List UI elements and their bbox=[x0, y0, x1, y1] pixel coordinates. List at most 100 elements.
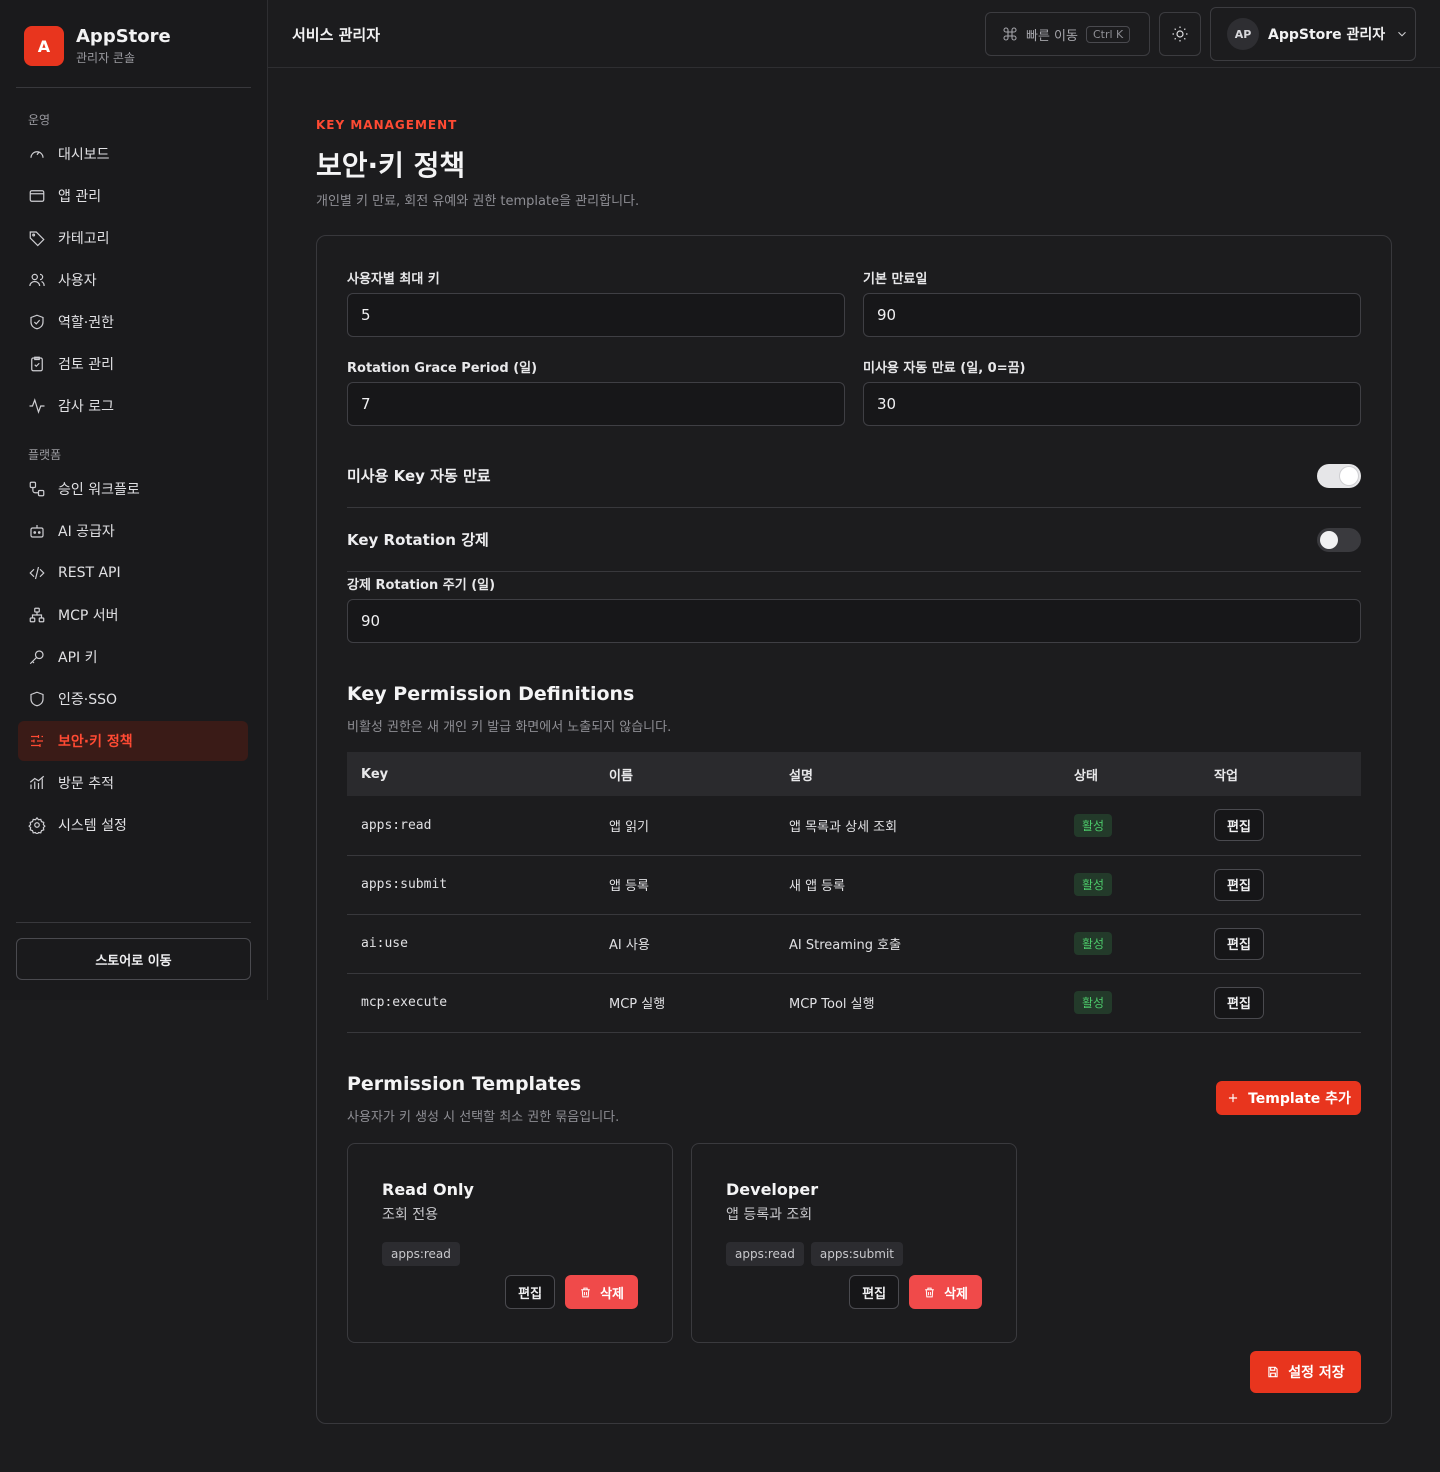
go-to-store-button[interactable]: 스토어로 이동 bbox=[16, 938, 251, 980]
sidebar-item-label: API 키 bbox=[58, 650, 98, 666]
default-expiry-input[interactable]: 90 bbox=[863, 293, 1361, 337]
delete-template-button[interactable]: 삭제 bbox=[909, 1275, 982, 1309]
permissions-description: 비활성 권한은 새 개인 키 발급 화면에서 노출되지 않습니다. bbox=[347, 720, 672, 735]
sidebar-item-label: 감사 로그 bbox=[58, 399, 114, 415]
sidebar-item-label: 검토 관리 bbox=[58, 357, 114, 373]
sidebar-item-label: 역할·권한 bbox=[58, 315, 114, 331]
sidebar-divider bbox=[16, 87, 251, 88]
sidebar-item-apps[interactable]: 앱 관리 bbox=[18, 176, 248, 216]
delete-template-button[interactable]: 삭제 bbox=[565, 1275, 638, 1309]
sidebar-item-dashboard[interactable]: 대시보드 bbox=[18, 134, 248, 174]
top-header: 서비스 관리자 빠른 이동 Ctrl K AP AppStore 관리자 bbox=[268, 0, 1440, 68]
sidebar-item-workflow[interactable]: 승인 워크플로 bbox=[18, 469, 248, 509]
edit-template-button[interactable]: 편집 bbox=[849, 1275, 900, 1309]
sidebar-item-system-settings[interactable]: 시스템 설정 bbox=[18, 805, 248, 845]
sidebar-item-users[interactable]: 사용자 bbox=[18, 260, 248, 300]
users-icon bbox=[29, 273, 45, 287]
table-row: apps:submit 앱 등록 새 앱 등록 활성 편집 bbox=[347, 855, 1361, 915]
sidebar-item-visit-tracking[interactable]: 방문 추적 bbox=[18, 763, 248, 803]
edit-permission-button[interactable]: 편집 bbox=[1214, 868, 1264, 901]
workflow-icon bbox=[29, 481, 45, 497]
quick-nav-shortcut: Ctrl K bbox=[1085, 25, 1131, 43]
sun-icon bbox=[1172, 26, 1188, 42]
command-icon bbox=[1003, 27, 1017, 41]
permission-key: mcp:execute bbox=[347, 973, 595, 1033]
sidebar-item-sso[interactable]: 인증·SSO bbox=[18, 679, 248, 719]
quick-nav-button[interactable]: 빠른 이동 Ctrl K bbox=[985, 12, 1150, 56]
sidebar-item-categories[interactable]: 카테고리 bbox=[18, 218, 248, 258]
key-rotation-toggle[interactable] bbox=[1317, 527, 1361, 552]
rotation-period-label: 강제 Rotation 주기 (일) bbox=[347, 578, 496, 593]
permission-key: apps:read bbox=[347, 796, 595, 856]
edit-template-button[interactable]: 편집 bbox=[505, 1275, 556, 1309]
column-status: 상태 bbox=[1060, 752, 1200, 796]
edit-permission-button[interactable]: 편집 bbox=[1214, 809, 1264, 842]
template-card: Read Only 조회 전용 apps:read 편집 삭제 bbox=[347, 1143, 673, 1343]
permission-chip: apps:read bbox=[726, 1242, 804, 1266]
status-badge: 활성 bbox=[1074, 932, 1113, 955]
unused-expiry-input[interactable]: 30 bbox=[863, 382, 1361, 426]
grace-period-input[interactable]: 7 bbox=[347, 382, 845, 426]
sidebar-divider bbox=[16, 922, 251, 923]
permission-chip: apps:submit bbox=[810, 1242, 903, 1266]
templates-title: Permission Templates bbox=[347, 1073, 582, 1095]
page-description: 개인별 키 만료, 회전 유예와 권한 template을 관리합니다. bbox=[316, 194, 640, 209]
theme-toggle-button[interactable] bbox=[1159, 12, 1201, 56]
brand[interactable]: A AppStore 관리자 콘솔 bbox=[24, 26, 171, 66]
templates-description: 사용자가 키 생성 시 선택할 최소 권한 묶음입니다. bbox=[347, 1110, 620, 1125]
code-icon bbox=[29, 566, 45, 580]
brand-name: AppStore bbox=[76, 25, 171, 47]
gear-icon bbox=[28, 816, 46, 834]
sidebar-item-label: REST API bbox=[58, 565, 121, 581]
save-settings-button[interactable]: 설정 저장 bbox=[1250, 1351, 1361, 1393]
table-row: mcp:execute MCP 실행 MCP Tool 실행 활성 편집 bbox=[347, 973, 1361, 1033]
template-name: Read Only bbox=[382, 1180, 474, 1199]
sidebar-item-label: MCP 서버 bbox=[58, 608, 119, 624]
sidebar-item-label: 보안·키 정책 bbox=[58, 734, 133, 750]
delete-label: 삭제 bbox=[944, 1286, 968, 1302]
unused-key-expiry-toggle[interactable] bbox=[1317, 463, 1361, 488]
gauge-icon bbox=[30, 151, 44, 158]
max-keys-input[interactable]: 5 bbox=[347, 293, 845, 337]
sidebar-item-label: 시스템 설정 bbox=[58, 818, 127, 834]
user-name: AppStore 관리자 bbox=[1268, 27, 1386, 43]
avatar: AP bbox=[1227, 18, 1259, 50]
sidebar-item-roles[interactable]: 역할·권한 bbox=[18, 302, 248, 342]
permission-name: 앱 읽기 bbox=[595, 796, 775, 856]
sidebar-item-label: 방문 추적 bbox=[58, 776, 114, 792]
sidebar-item-rest-api[interactable]: REST API bbox=[18, 553, 248, 593]
save-settings-label: 설정 저장 bbox=[1288, 1365, 1345, 1381]
user-menu-button[interactable]: AP AppStore 관리자 bbox=[1210, 7, 1416, 61]
sidebar-item-label: 사용자 bbox=[58, 273, 97, 289]
tag-icon bbox=[29, 231, 45, 247]
delete-label: 삭제 bbox=[600, 1286, 624, 1302]
plus-icon bbox=[1228, 1093, 1238, 1103]
status-badge: 활성 bbox=[1074, 873, 1113, 896]
column-actions: 작업 bbox=[1200, 752, 1361, 796]
quick-nav-label: 빠른 이동 bbox=[1026, 28, 1078, 44]
permission-name: AI 사용 bbox=[595, 914, 775, 974]
default-expiry-label: 기본 만료일 bbox=[863, 272, 928, 287]
sidebar-item-ai-provider[interactable]: AI 공급자 bbox=[18, 511, 248, 551]
sidebar-item-mcp-server[interactable]: MCP 서버 bbox=[18, 595, 248, 635]
sidebar-item-api-keys[interactable]: API 키 bbox=[18, 637, 248, 677]
permission-description: 새 앱 등록 bbox=[775, 855, 1060, 915]
trash-icon bbox=[581, 1287, 590, 1297]
sidebar-item-review[interactable]: 검토 관리 bbox=[18, 344, 248, 384]
rotation-period-input[interactable]: 90 bbox=[347, 599, 1361, 643]
permission-description: AI Streaming 호출 bbox=[775, 914, 1060, 974]
header-title: 서비스 관리자 bbox=[292, 26, 381, 44]
sidebar-item-security-key-policy[interactable]: 보안·키 정책 bbox=[18, 721, 248, 761]
permission-description: 앱 목록과 상세 조회 bbox=[775, 796, 1060, 856]
table-row: apps:read 앱 읽기 앱 목록과 상세 조회 활성 편집 bbox=[347, 796, 1361, 856]
grace-period-label: Rotation Grace Period (일) bbox=[347, 361, 538, 376]
unused-key-expiry-label: 미사용 Key 자동 만료 bbox=[347, 467, 491, 485]
add-template-button[interactable]: Template 추가 bbox=[1216, 1081, 1361, 1115]
sidebar-item-audit-log[interactable]: 감사 로그 bbox=[18, 386, 248, 426]
unused-key-expiry-row: 미사용 Key 자동 만료 bbox=[347, 444, 1361, 508]
table-header-row: Key 이름 설명 상태 작업 bbox=[347, 752, 1361, 796]
edit-permission-button[interactable]: 편집 bbox=[1214, 927, 1264, 960]
edit-permission-button[interactable]: 편집 bbox=[1214, 986, 1264, 1019]
template-description: 조회 전용 bbox=[382, 1207, 438, 1223]
key-rotation-label: Key Rotation 강제 bbox=[347, 531, 489, 549]
